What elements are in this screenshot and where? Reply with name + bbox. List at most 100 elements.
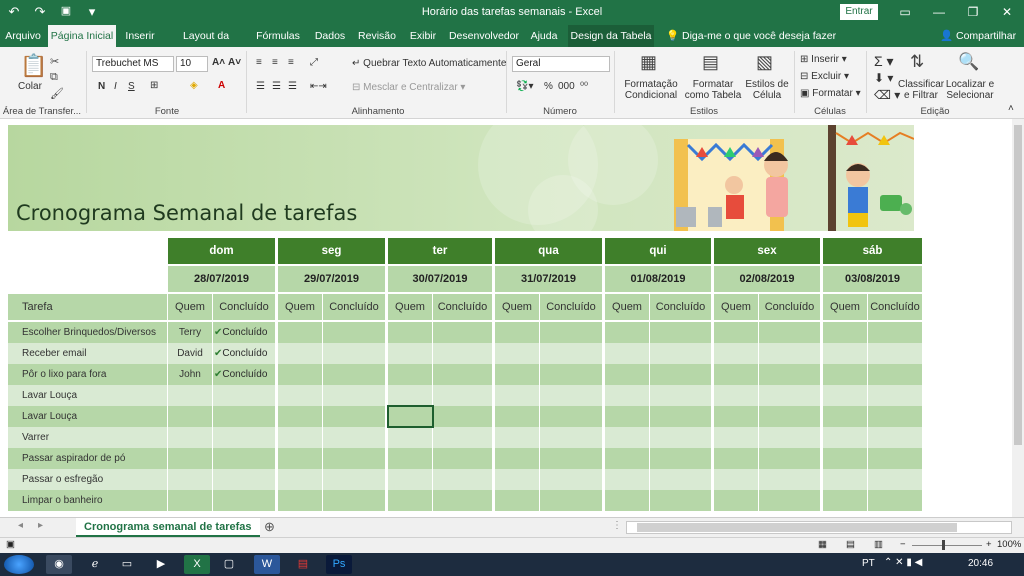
task-cell[interactable]: Passar o esfregão (8, 469, 168, 490)
tab-design-tabela[interactable]: Design da Tabela (568, 25, 654, 47)
who-cell[interactable] (714, 385, 759, 406)
day-header-2[interactable]: ter (388, 238, 493, 264)
worksheet-area[interactable]: Cronograma Semanal de tarefas dom seg ter q… (0, 119, 1024, 517)
cut-icon[interactable]: ✂ (50, 55, 59, 68)
word-taskbar-icon[interactable]: W (254, 555, 280, 574)
grow-font-icon[interactable]: A˄ (212, 57, 225, 68)
who-cell[interactable] (823, 427, 868, 448)
who-cell[interactable] (168, 427, 213, 448)
merge-center-button[interactable]: ⊟ Mesclar e Centralizar ▾ (352, 82, 465, 93)
align-center-icon[interactable]: ☰ (272, 81, 281, 92)
done-cell[interactable] (759, 490, 821, 511)
who-cell[interactable] (168, 469, 213, 490)
done-cell[interactable] (433, 322, 493, 343)
done-cell[interactable] (433, 343, 493, 364)
done-cell[interactable] (650, 385, 712, 406)
done-cell[interactable] (650, 448, 712, 469)
who-cell[interactable] (388, 469, 433, 490)
who-cell[interactable] (605, 469, 650, 490)
done-header[interactable]: Concluído (213, 294, 276, 320)
date-header-1[interactable]: 29/07/2019 (278, 266, 386, 292)
shrink-font-icon[interactable]: A˅ (228, 57, 241, 68)
who-header[interactable]: Quem (714, 294, 759, 320)
done-header[interactable]: Concluído (433, 294, 493, 320)
who-cell[interactable] (714, 427, 759, 448)
who-cell[interactable] (714, 364, 759, 385)
done-cell[interactable] (540, 406, 603, 427)
insert-cells-button[interactable]: ⊞ Inserir ▾ (800, 54, 847, 65)
collapse-ribbon-icon[interactable]: ˄ (1008, 103, 1014, 114)
paste-label[interactable]: Colar (18, 81, 42, 92)
date-header-2[interactable]: 30/07/2019 (388, 266, 493, 292)
done-cell[interactable] (433, 469, 493, 490)
chrome-icon[interactable]: ◉ (46, 555, 72, 574)
who-cell[interactable] (388, 343, 433, 364)
done-cell[interactable] (868, 322, 923, 343)
tab-ajuda[interactable]: Ajuda (526, 25, 562, 47)
horizontal-scroll-thumb[interactable] (637, 523, 957, 532)
fill-color-icon[interactable]: ◈ (190, 80, 198, 91)
task-cell[interactable]: Limpar o banheiro (8, 490, 168, 511)
day-header-0[interactable]: dom (168, 238, 276, 264)
underline-icon[interactable]: S (128, 81, 135, 92)
close-icon[interactable]: ✕ (990, 0, 1024, 25)
find-select-icon[interactable]: 🔍 (958, 52, 979, 72)
ribbon-display-icon[interactable]: ▭ (888, 0, 922, 25)
tab-layout[interactable]: Layout da Página (166, 25, 246, 64)
done-cell[interactable] (650, 364, 712, 385)
done-cell[interactable] (650, 343, 712, 364)
conditional-format-icon[interactable]: ▦ (640, 52, 657, 73)
vertical-scrollbar[interactable] (1012, 119, 1024, 517)
who-cell[interactable]: David (168, 343, 213, 364)
task-cell[interactable]: Escolher Brinquedos/Diversos (8, 322, 168, 343)
who-cell[interactable] (823, 364, 868, 385)
who-cell[interactable]: John (168, 364, 213, 385)
done-cell[interactable] (213, 406, 276, 427)
done-cell[interactable] (759, 364, 821, 385)
day-header-6[interactable]: sáb (823, 238, 923, 264)
date-header-3[interactable]: 31/07/2019 (495, 266, 603, 292)
done-cell[interactable] (540, 448, 603, 469)
italic-icon[interactable]: I (114, 81, 117, 92)
scroll-tabs-left-icon[interactable]: ◂ (18, 520, 23, 531)
align-top-icon[interactable]: ≡ (256, 57, 262, 68)
done-header[interactable]: Concluído (650, 294, 712, 320)
start-button-icon[interactable] (4, 555, 34, 574)
done-cell[interactable] (540, 385, 603, 406)
who-cell[interactable] (605, 364, 650, 385)
media-player-icon[interactable]: ▶ (148, 555, 174, 574)
who-cell[interactable]: Terry (168, 322, 213, 343)
done-header[interactable]: Concluído (868, 294, 923, 320)
tell-me-box[interactable]: 💡 Diga-me o que você deseja fazer (666, 25, 836, 47)
who-cell[interactable] (168, 385, 213, 406)
sort-filter-button[interactable]: Classificar e Filtrar (898, 79, 944, 101)
who-cell[interactable] (495, 469, 540, 490)
photoshop-icon[interactable]: Ps (326, 555, 352, 574)
page-break-view-icon[interactable]: ▥ (874, 539, 883, 550)
done-cell[interactable] (323, 490, 386, 511)
done-cell[interactable]: ✔Concluído (213, 322, 276, 343)
who-cell[interactable] (495, 322, 540, 343)
who-cell[interactable] (278, 322, 323, 343)
font-size-select[interactable]: 10 (176, 56, 208, 72)
who-cell[interactable] (278, 427, 323, 448)
sort-filter-icon[interactable]: ⇅ (910, 52, 924, 72)
wrap-text-button[interactable]: ↵ Quebrar Texto Automaticamente (352, 58, 506, 69)
restore-icon[interactable]: ❐ (956, 0, 990, 25)
language-indicator[interactable]: PT (862, 558, 875, 569)
who-cell[interactable] (714, 343, 759, 364)
who-cell[interactable] (278, 385, 323, 406)
done-header[interactable]: Concluído (759, 294, 821, 320)
who-cell[interactable] (168, 406, 213, 427)
clock[interactable]: 20:46 (968, 558, 993, 569)
done-cell[interactable] (759, 322, 821, 343)
clear-icon[interactable]: ⌫ ▾ (874, 88, 900, 102)
who-cell[interactable] (388, 322, 433, 343)
who-cell[interactable] (278, 448, 323, 469)
day-header-5[interactable]: sex (714, 238, 821, 264)
orientation-icon[interactable]: ⤢ (310, 57, 318, 68)
done-cell[interactable] (868, 364, 923, 385)
paste-icon[interactable]: 📋 (20, 53, 47, 79)
format-table-button[interactable]: Formatar como Tabela (682, 79, 744, 101)
decimal-icon[interactable]: ⁰⁰ (580, 81, 588, 92)
